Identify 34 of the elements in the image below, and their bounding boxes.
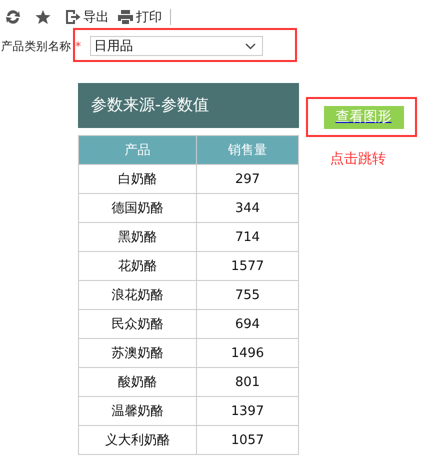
table-cell: 694 [196, 310, 298, 338]
export-icon [65, 9, 81, 25]
table-cell: 花奶酪 [78, 252, 196, 280]
table-cell: 义大利奶酪 [78, 426, 196, 454]
table-cell: 1397 [196, 396, 298, 426]
table-cell: 民众奶酪 [78, 310, 196, 338]
required-mark: * [75, 39, 81, 54]
printer-icon [117, 9, 134, 25]
table-cell: 黑奶酪 [78, 222, 196, 252]
annotation-note: 点击跳转 [330, 150, 387, 168]
table-cell: 1577 [196, 252, 298, 280]
table-cell: 温馨奶酪 [78, 396, 196, 426]
print-button[interactable]: 打印 [117, 8, 162, 26]
table-cell: 白奶酪 [78, 164, 196, 194]
table-cell: 801 [196, 368, 298, 396]
star-icon[interactable] [35, 9, 51, 25]
refresh-icon[interactable] [5, 9, 21, 25]
column-header: 产品 [78, 136, 196, 164]
column-header: 销售量 [196, 136, 298, 164]
table-cell: 755 [196, 280, 298, 310]
panel-title: 参数来源-参数值 [78, 83, 299, 128]
export-button[interactable]: 导出 [65, 8, 109, 26]
table-cell: 酸奶酪 [78, 368, 196, 396]
caret-icon [245, 42, 256, 50]
table-cell: 浪花奶酪 [78, 280, 196, 310]
table-cell: 德国奶酪 [78, 194, 196, 222]
table-cell: 344 [196, 194, 298, 222]
category-select[interactable]: 日用品 [90, 36, 263, 56]
table-cell: 1057 [196, 426, 298, 454]
table-cell: 苏澳奶酪 [78, 338, 196, 368]
table-cell: 714 [196, 222, 298, 252]
table-cell: 297 [196, 164, 298, 194]
field-label: 产品类别名称 [1, 39, 72, 54]
table-cell: 1496 [196, 338, 298, 368]
